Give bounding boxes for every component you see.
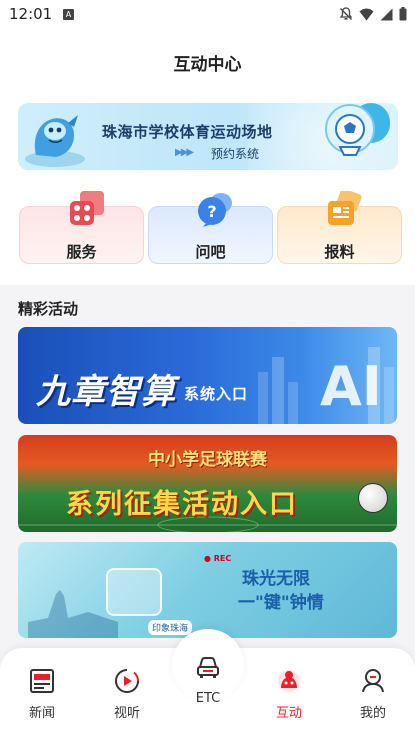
pearl-light-banner[interactable]: ● REC 珠光无限 一"键"钟情 印象珠海 [18,542,397,638]
pearl-banner-tag: 印象珠海 [148,620,193,635]
news-icon [30,669,54,693]
ai-compute-banner[interactable]: 九章智算 系统入口 AI [18,327,397,424]
ask-label: 问吧 [195,243,226,261]
a-box-icon: A [63,9,74,20]
tab-interact-label: 互动 [275,706,302,721]
tab-news-label: 新闻 [28,706,55,721]
report-card-icon [328,191,362,225]
ask-card[interactable]: ? 问吧 [148,193,273,264]
interact-icon [278,670,300,692]
svg-text:?: ? [207,202,216,221]
play-icon [115,669,140,693]
status-time: 12:01 [9,5,53,23]
service-label: 服务 [66,243,97,261]
football-banner-top: 中小学足球联赛 [148,450,267,470]
page-title: 互动中心 [173,55,242,75]
report-card[interactable]: 报料 [277,191,402,264]
tab-video[interactable]: 视听 [97,668,157,721]
play-frame-icon [106,568,162,616]
football-badge-icon [325,103,390,156]
statue-skyline-icon [28,590,118,638]
profile-icon [362,669,384,693]
tab-etc[interactable]: ETC [178,655,238,706]
tab-mine[interactable]: 我的 [343,668,403,721]
service-card[interactable]: 服务 [19,191,144,264]
rec-indicator: ● REC [204,554,232,563]
ai-logo-text: AI [320,355,382,418]
battery-icon [399,7,407,21]
football-banner-title: 系列征集活动入口 [66,489,298,520]
triple-arrow-icon: ▶▶▶ [175,147,194,158]
booking-subtitle: 预约系统 [211,147,260,161]
ai-banner-title: 九章智算 [36,372,176,412]
ai-banner-subtitle: 系统入口 [184,385,249,403]
report-label: 报料 [324,243,355,261]
service-grid-icon [70,191,104,225]
activities-section-title: 精彩活动 [18,300,79,318]
tab-etc-label: ETC [195,691,221,706]
tab-interact[interactable]: 互动 [259,668,319,721]
status-bar: 12:01 A [0,0,415,30]
tab-mine-label: 我的 [359,706,386,721]
football-league-banner[interactable]: 中小学足球联赛 系列征集活动入口 [18,435,397,532]
tab-news[interactable]: 新闻 [12,668,72,721]
car-icon [197,657,219,678]
pearl-banner-subtitle: 一"键"钟情 [238,593,324,613]
mute-icon [339,7,353,20]
signal-icon [380,8,393,20]
football-icon [358,483,388,513]
pearl-banner-title: 珠光无限 [242,569,310,589]
booking-title: 珠海市学校体育运动场地 [102,123,273,141]
wifi-icon [359,8,374,20]
booking-banner[interactable]: 珠海市学校体育运动场地 ▶▶▶ 预约系统 [18,103,398,170]
tab-video-label: 视听 [113,706,140,721]
mascot-dolphin-icon [25,115,85,167]
question-bubble-icon: ? [198,193,232,227]
status-icons [339,7,407,21]
